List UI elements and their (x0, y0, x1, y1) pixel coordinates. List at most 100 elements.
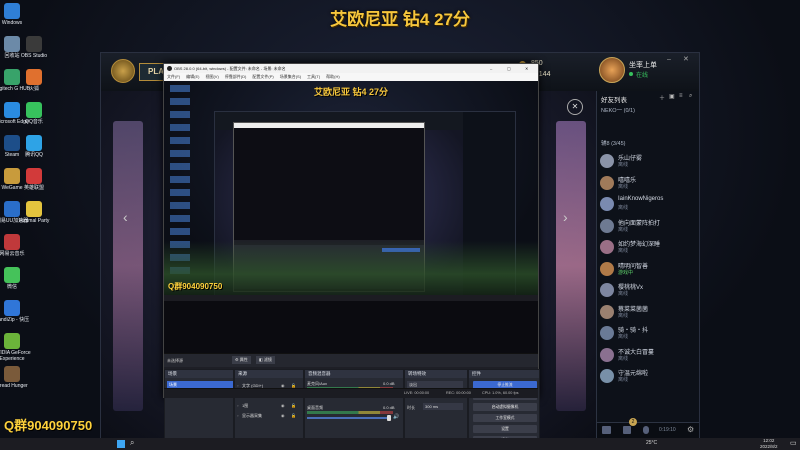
filters-tab[interactable]: ◧ 滤镜 (256, 356, 275, 364)
visibility-eye-icon[interactable]: ◉ (281, 412, 285, 420)
online-dot (629, 72, 633, 76)
obs-menu-item[interactable]: 视图(V) (205, 74, 218, 79)
folder-icon[interactable]: ▣ (669, 93, 675, 100)
speaker-icon[interactable]: 🔊 (393, 414, 399, 420)
obs-control-button[interactable]: 启动虚拟摄像机 (473, 403, 537, 411)
app-icon (4, 267, 20, 283)
mixer-dock-header: 音频混音器 (305, 370, 403, 378)
taskbar: ⌕ 25°C 12:02 2022/8/2 ▭ (0, 438, 800, 450)
obs-status-bar: LIVE: 00:00:00 REC: 00:00:00 CPU: 1.0%, … (164, 388, 538, 398)
friend-row[interactable]: 骑・骑・抖 离线 (600, 324, 698, 343)
desktop-icon[interactable]: QQ音乐 (14, 102, 54, 125)
splash-card-right (556, 121, 586, 411)
audio-mixer-dock: 音频混音器 麦克风/Aux0.0 dB🔊桌面音频0.0 dB🔊 ⚙ ⋮ (304, 369, 404, 449)
chat-icon[interactable] (602, 426, 611, 434)
mic-icon[interactable] (643, 426, 649, 434)
obs-control-button[interactable]: 设置 (473, 425, 537, 433)
friend-avatar (600, 240, 614, 254)
obs-menu-item[interactable]: 工具(T) (307, 74, 320, 79)
friend-row[interactable]: 不诚大白冒蔓 离线 (600, 346, 698, 365)
source-item[interactable]: ▫ 1图 ◉ 🔓 (237, 402, 301, 410)
settings-icon[interactable]: ⚙ (687, 425, 694, 434)
friend-row[interactable]: 他向面蒙阵拍打 离线 (600, 217, 698, 236)
properties-tab[interactable]: ⚙ 属性 (232, 356, 251, 364)
group-main[interactable]: 辅8 (3/45) (601, 139, 625, 147)
carousel-left-arrow[interactable]: ‹ (123, 209, 128, 225)
transitions-dock: 转场特效 淡出 + 🗑 ⋮ 时长 300 ms (404, 369, 468, 449)
lock-icon[interactable]: 🔓 (291, 402, 296, 410)
sort-icon[interactable]: ≡ (679, 93, 683, 99)
group-neko[interactable]: NEKO一 (0/1) (601, 106, 635, 114)
profile-name: 坐率上单 (629, 62, 657, 69)
tray-clock[interactable]: 12:02 2022/8/2 (760, 438, 778, 450)
splash-close-icon[interactable]: ✕ (567, 99, 583, 115)
desktop-icon[interactable]: Dread Hunger (0, 366, 32, 389)
taskbar-search-icon[interactable]: ⌕ (130, 438, 134, 448)
status-rec: REC: 00:00:00 (446, 391, 471, 395)
friend-row[interactable]: 晴明问智善 游戏中 (600, 260, 698, 279)
notification-icon[interactable] (623, 426, 631, 434)
desktop-icon-label: QQ音乐 (25, 119, 43, 125)
scenes-dock: 场景 场景 + – ∧ ∨ (164, 369, 234, 449)
profile-avatar[interactable] (599, 57, 625, 83)
sources-dock: 来源 ▫文字 (GDI+)◉🔓▫文字 (GDI+) 2◉🔓▫1图◉🔓▫显示器采集… (234, 369, 304, 449)
search-icon[interactable]: ⌕ (689, 93, 692, 100)
carousel-right-arrow[interactable]: › (563, 209, 568, 225)
app-icon (4, 234, 20, 250)
duration-input[interactable]: 300 ms (423, 403, 463, 410)
volume-slider-handle[interactable] (387, 415, 391, 421)
desktop-icon[interactable]: BandiZip - 快压 (0, 300, 32, 323)
obs-close-icon[interactable]: ✕ (525, 64, 528, 73)
friend-row[interactable]: 乐山仔雾 离线 (600, 152, 698, 171)
obs-menu-item[interactable]: 帮助(H) (326, 74, 340, 79)
obs-menu-item[interactable]: 编辑(E) (186, 74, 199, 79)
start-button[interactable] (117, 440, 125, 448)
desktop-icon[interactable]: NVIDIA GeForce Experience (0, 333, 32, 362)
obs-source-toolbar: 未选择源 ⚙ 属性 ◧ 滤镜 (164, 353, 538, 367)
obs-preview[interactable]: 艾欧尼亚 钻4 27分 Q群904090750 (164, 81, 538, 353)
desktop-icon-label: OBS Studio (20, 53, 48, 59)
desktop-icon[interactable]: Funimal Party (14, 201, 54, 224)
visibility-eye-icon[interactable]: ◉ (281, 402, 285, 410)
add-friend-icon[interactable]: ＋ (659, 93, 665, 102)
lol-logo[interactable] (111, 59, 135, 83)
friend-avatar (600, 175, 614, 190)
obs-menu-item[interactable]: 停靠部件(D) (225, 74, 247, 79)
desktop-icon[interactable]: 英雄联盟 (14, 168, 54, 191)
friend-row[interactable]: 如约梦海幻深睡 离线 (600, 238, 698, 257)
obs-minimize-icon[interactable]: – (490, 64, 492, 73)
desktop-icon-label: 腾讯QQ (25, 152, 43, 158)
friend-row[interactable]: IainKnowNigeros 离线 (600, 195, 698, 214)
notifications-icon[interactable]: ▭ (790, 439, 797, 447)
volume-slider[interactable] (307, 417, 389, 419)
desktop-icon[interactable]: 火狐 (14, 69, 54, 92)
obs-control-button[interactable]: 工作室模式 (473, 414, 537, 422)
friend-row[interactable]: 嘻嘻乐 离线 (600, 174, 698, 193)
obs-maximize-icon[interactable]: ▢ (507, 64, 511, 73)
desktop-icon[interactable]: 微信 (0, 267, 32, 290)
minimize-icon[interactable]: – (667, 56, 671, 63)
source-name: 1图 (242, 403, 249, 408)
desktop-icon[interactable]: 腾讯QQ (14, 135, 54, 158)
tray-temp: 25°C (646, 440, 658, 446)
desktop-icon[interactable]: OBS Studio (14, 36, 54, 59)
obs-title-bar: OBS 28.0.0 (64-bit, windows) - 配置文件: 未命名… (164, 64, 538, 73)
friend-row[interactable]: 樱桃桃Vx 离线 (600, 281, 698, 300)
friend-status: 离线 (618, 355, 629, 362)
lock-icon[interactable]: 🔓 (291, 412, 296, 420)
app-icon (26, 201, 42, 217)
friend-row[interactable]: 蔡菜菜菌菌 离线 (600, 303, 698, 322)
close-icon[interactable]: ✕ (683, 55, 689, 63)
transition-select[interactable]: 淡出 (407, 381, 463, 388)
friend-status: 离线 (618, 334, 629, 340)
app-icon (4, 300, 20, 316)
obs-menu-item[interactable]: 场景集合(S) (280, 74, 301, 79)
friend-row[interactable]: 守温元绵啦 离线 (600, 367, 698, 386)
obs-menu-item[interactable]: 配置文件(P) (252, 74, 273, 79)
app-icon (4, 333, 20, 349)
friend-status: 游戏中 (618, 269, 634, 276)
source-item[interactable]: ▫ 显示器采集 ◉ 🔓 (237, 412, 301, 420)
obs-menu-item[interactable]: 文件(F) (167, 74, 180, 79)
friend-status: 离线 (618, 377, 629, 383)
desktop-icon[interactable]: 网易云音乐 (0, 234, 32, 257)
